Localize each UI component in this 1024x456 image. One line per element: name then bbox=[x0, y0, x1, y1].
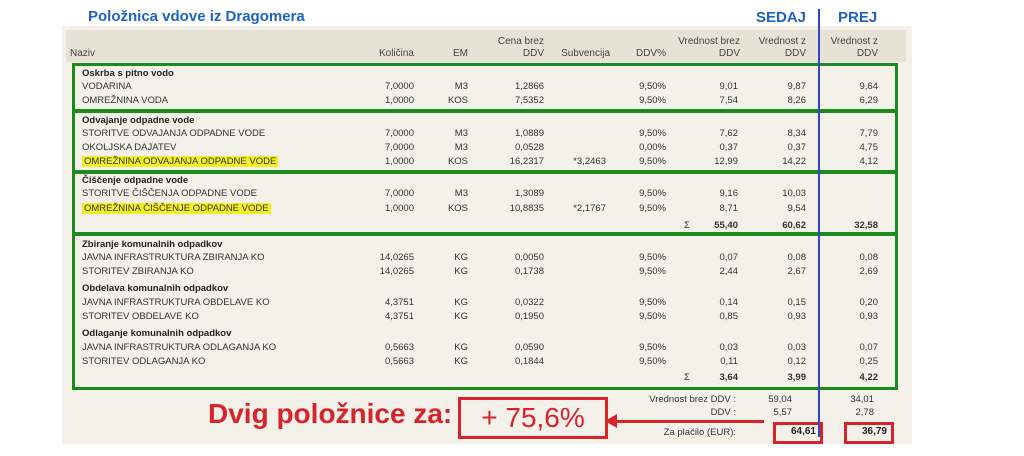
header-prej-l2: DDV bbox=[856, 48, 878, 59]
group-box-ciscenje bbox=[72, 171, 898, 235]
header-prej-l1: Vrednost z bbox=[830, 36, 878, 47]
header-cena-l2: DDV bbox=[522, 48, 544, 59]
header-ddv: DDV% bbox=[635, 48, 666, 59]
arrow-shaft bbox=[612, 420, 764, 423]
dvig-label: Dvig položnice za: bbox=[208, 398, 453, 429]
total-placilo-prej: 36,79 bbox=[844, 422, 894, 444]
group-box-odpadki bbox=[72, 233, 898, 390]
header-vz-l1: Vrednost z bbox=[758, 36, 806, 47]
total-placilo-sedaj: 64,61 bbox=[773, 422, 823, 444]
header-em: EM bbox=[453, 48, 468, 59]
header-vbrez-l2: DDV bbox=[718, 48, 740, 59]
total-brez-sedaj: 59,04 bbox=[768, 394, 792, 405]
group-box-oskrba bbox=[72, 63, 898, 112]
header-naziv: Naziv bbox=[70, 48, 96, 59]
total-ddv-sedaj: 5,57 bbox=[773, 407, 793, 418]
header-cena-l1: Cena brez bbox=[497, 36, 544, 47]
header-kolicina: Količina bbox=[378, 48, 414, 59]
group-box-odvajanje bbox=[72, 110, 898, 173]
total-brez-prej: 34,01 bbox=[850, 394, 874, 405]
sedaj-label: SEDAJ bbox=[756, 9, 807, 26]
total-ddv-prej: 2,78 bbox=[855, 407, 875, 418]
arrow-left-icon bbox=[605, 414, 617, 428]
header-vz-l2: DDV bbox=[784, 48, 806, 59]
page-title: Položnica vdove iz Dragomera bbox=[88, 8, 305, 25]
sedaj-prej-divider bbox=[818, 9, 820, 437]
dvig-value: + 75,6% bbox=[458, 397, 608, 439]
prej-label: PREJ bbox=[838, 9, 878, 26]
header-vbrez-l1: Vrednost brez bbox=[678, 36, 740, 47]
header-subvencija: Subvencija bbox=[561, 48, 610, 59]
